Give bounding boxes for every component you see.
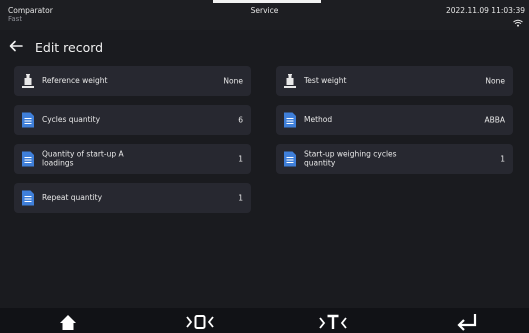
reference-weight-field[interactable]: Reference weight None [14, 66, 251, 96]
document-icon [284, 112, 296, 128]
field-value: 1 [238, 154, 243, 164]
field-label: Cycles quantity [42, 114, 101, 124]
enter-icon[interactable] [455, 313, 479, 331]
startup-weighing-cycles-field[interactable]: Start-up weighing cycles quantity 1 [276, 144, 513, 174]
weight-icon [284, 74, 296, 88]
field-label: Test weight [304, 75, 347, 85]
field-label: Method [304, 114, 333, 124]
datetime-label: 2022.11.09 11:03:39 [445, 6, 525, 15]
repeat-quantity-field[interactable]: Repeat quantity 1 [14, 183, 251, 213]
document-icon [22, 190, 34, 206]
field-value: 1 [238, 193, 243, 203]
field-value: 6 [238, 115, 243, 125]
method-field[interactable]: Method ABBA [276, 105, 513, 135]
page-header: Edit record [0, 34, 529, 60]
profile-label: Fast [8, 15, 23, 23]
cycles-quantity-field[interactable]: Cycles quantity 6 [14, 105, 251, 135]
document-icon [22, 112, 34, 128]
field-label: Start-up weighing cycles quantity [304, 149, 397, 167]
field-label: Repeat quantity [42, 192, 103, 202]
document-icon [284, 151, 296, 167]
weight-icon [22, 74, 34, 88]
home-icon[interactable] [59, 313, 77, 331]
active-indicator [213, 0, 321, 3]
wifi-icon [513, 19, 523, 27]
field-value: 1 [500, 154, 505, 164]
status-bar: Comparator Fast Service 2022.11.09 11:03… [0, 0, 529, 30]
test-weight-field[interactable]: Test weight None [276, 66, 513, 96]
field-label: Quantity of start-up A loadings [42, 149, 124, 167]
field-value: None [223, 76, 243, 86]
zero-icon[interactable] [185, 313, 215, 331]
field-label: Reference weight [42, 75, 108, 85]
page-title: Edit record [35, 40, 104, 55]
tare-icon[interactable] [318, 313, 348, 331]
startup-a-loadings-field[interactable]: Quantity of start-up A loadings 1 [14, 144, 251, 174]
back-arrow-icon[interactable] [8, 38, 24, 54]
field-value: ABBA [484, 115, 505, 125]
document-icon [22, 151, 34, 167]
bottom-bar [0, 308, 529, 333]
field-value: None [485, 76, 505, 86]
